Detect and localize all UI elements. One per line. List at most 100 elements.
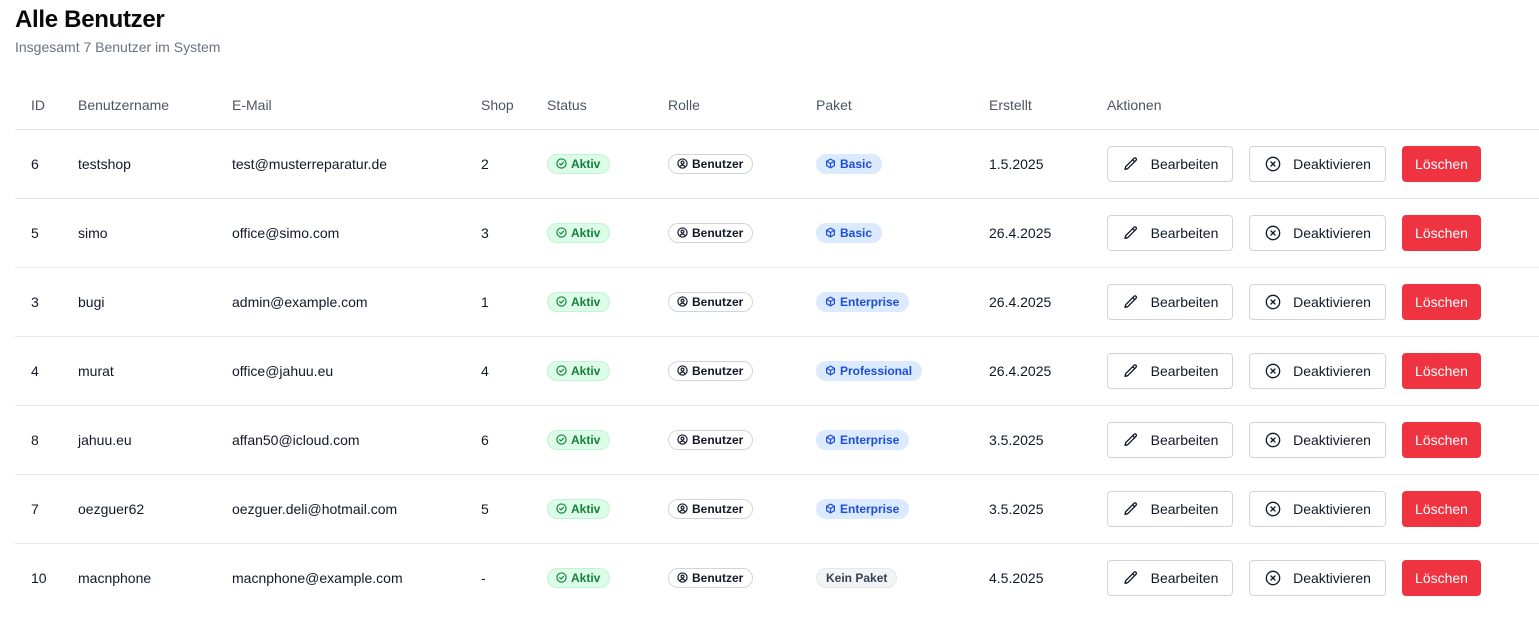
cell-actions: Bearbeiten Deaktivieren Löschen: [1107, 474, 1539, 544]
cell-shop: 1: [481, 267, 547, 337]
cell-email: office@simo.com: [232, 198, 481, 268]
table-row[interactable]: 5 simo office@simo.com 3 Aktiv Benutzer Basic 2…: [15, 198, 1539, 268]
table-row[interactable]: 4 murat office@jahuu.eu 4 Aktiv Benutzer Profe…: [15, 336, 1539, 406]
pencil-icon: [1123, 501, 1139, 517]
cell-status: Aktiv: [547, 474, 668, 544]
deactivate-button[interactable]: Deaktivieren: [1249, 490, 1386, 527]
role-label: Benutzer: [692, 156, 744, 171]
edit-button[interactable]: Bearbeiten: [1107, 421, 1233, 458]
cell-username: murat: [78, 336, 232, 406]
delete-button-label: Löschen: [1415, 500, 1468, 517]
column-header-username[interactable]: Benutzername: [78, 81, 232, 130]
role-badge: Benutzer: [668, 498, 754, 519]
cell-actions: Bearbeiten Deaktivieren Löschen: [1107, 405, 1539, 475]
column-header-id[interactable]: ID: [15, 81, 78, 130]
cell-id: 8: [15, 405, 78, 475]
delete-button[interactable]: Löschen: [1402, 490, 1481, 527]
check-circle-icon: [556, 434, 567, 445]
status-label: Aktiv: [571, 432, 601, 447]
status-badge: Aktiv: [547, 153, 611, 174]
deactivate-button-label: Deaktivieren: [1293, 500, 1371, 517]
cell-actions: Bearbeiten Deaktivieren Löschen: [1107, 129, 1539, 199]
cell-id: 10: [31, 569, 47, 586]
deactivate-button[interactable]: Deaktivieren: [1249, 352, 1386, 389]
edit-button[interactable]: Bearbeiten: [1107, 145, 1233, 182]
role-badge: Benutzer: [668, 153, 754, 174]
plan-label: Enterprise: [840, 294, 900, 309]
table-row[interactable]: 6 testshop test@musterreparatur.de 2 Aktiv Be…: [15, 129, 1539, 199]
role-label: Benutzer: [692, 432, 744, 447]
check-circle-icon: [556, 365, 567, 376]
check-circle-icon: [556, 503, 567, 514]
status-label: Aktiv: [571, 156, 601, 171]
package-icon: [825, 158, 836, 169]
cell-id: 6: [15, 129, 78, 199]
row-actions: Bearbeiten Deaktivieren Löschen: [1107, 145, 1539, 182]
cell-role: Benutzer: [668, 267, 816, 337]
delete-button[interactable]: Löschen: [1402, 559, 1481, 596]
row-actions: Bearbeiten Deaktivieren Löschen: [1107, 559, 1539, 596]
edit-button[interactable]: Bearbeiten: [1107, 490, 1233, 527]
table-row[interactable]: 10 macnphone macnphone@example.com - Aktiv Be…: [15, 543, 1539, 612]
pencil-icon: [1123, 156, 1139, 172]
cell-username: testshop: [78, 129, 232, 199]
plan-label: Enterprise: [840, 432, 900, 447]
user-circle-icon: [677, 227, 688, 238]
deactivate-button[interactable]: Deaktivieren: [1249, 214, 1386, 251]
user-circle-icon: [677, 296, 688, 307]
role-label: Benutzer: [692, 501, 744, 516]
column-header-role[interactable]: Rolle: [668, 81, 816, 130]
plan-badge: Basic: [816, 153, 883, 174]
cell-id: 3: [15, 267, 78, 337]
table-row[interactable]: 8 jahuu.eu affan50@icloud.com 6 Aktiv Benutze…: [15, 405, 1539, 475]
role-badge: Benutzer: [668, 567, 754, 588]
delete-button[interactable]: Löschen: [1402, 352, 1481, 389]
status-badge: Aktiv: [547, 360, 611, 381]
status-label: Aktiv: [571, 294, 601, 309]
x-circle-icon: [1265, 294, 1281, 310]
user-circle-icon: [677, 158, 688, 169]
edit-button[interactable]: Bearbeiten: [1107, 559, 1233, 596]
column-header-status[interactable]: Status: [547, 81, 668, 130]
delete-button[interactable]: Löschen: [1402, 214, 1481, 251]
table-row[interactable]: 7 oezguer62 oezguer.deli@hotmail.com 5 Aktiv…: [15, 474, 1539, 544]
cell-plan: Basic: [816, 198, 989, 268]
edit-button[interactable]: Bearbeiten: [1107, 283, 1233, 320]
edit-button[interactable]: Bearbeiten: [1107, 214, 1233, 251]
deactivate-button[interactable]: Deaktivieren: [1249, 283, 1386, 320]
plan-badge: Enterprise: [816, 291, 910, 312]
users-table: ID Benutzername E-Mail Shop Status Rolle…: [15, 81, 1539, 612]
column-header-email[interactable]: E-Mail: [232, 81, 481, 130]
delete-button[interactable]: Löschen: [1402, 145, 1481, 182]
edit-button-label: Bearbeiten: [1150, 431, 1219, 448]
column-header-shop[interactable]: Shop: [481, 81, 547, 130]
cell-role: Benutzer: [668, 474, 816, 544]
column-header-plan[interactable]: Paket: [816, 81, 989, 130]
cell-id: 4: [15, 336, 78, 406]
column-header-created[interactable]: Erstellt: [989, 81, 1107, 130]
x-circle-icon: [1265, 156, 1281, 172]
cell-plan: Enterprise: [816, 405, 989, 475]
deactivate-button[interactable]: Deaktivieren: [1249, 559, 1386, 596]
status-badge: Aktiv: [547, 222, 611, 243]
package-icon: [825, 296, 836, 307]
delete-button[interactable]: Löschen: [1402, 283, 1481, 320]
page-subtitle: Insgesamt 7 Benutzer im System: [15, 39, 221, 55]
deactivate-button[interactable]: Deaktivieren: [1249, 421, 1386, 458]
row-actions: Bearbeiten Deaktivieren Löschen: [1107, 421, 1539, 458]
delete-button-label: Löschen: [1415, 362, 1468, 379]
edit-button[interactable]: Bearbeiten: [1107, 352, 1233, 389]
cell-created: 3.5.2025: [989, 474, 1107, 544]
deactivate-button[interactable]: Deaktivieren: [1249, 145, 1386, 182]
cell-status: Aktiv: [547, 336, 668, 406]
cell-actions: Bearbeiten Deaktivieren Löschen: [1107, 267, 1539, 337]
cell-created: 26.4.2025: [989, 267, 1107, 337]
delete-button[interactable]: Löschen: [1402, 421, 1481, 458]
pencil-icon: [1123, 363, 1139, 379]
status-badge: Aktiv: [547, 567, 611, 588]
plan-label: Basic: [840, 225, 873, 240]
plan-label: Basic: [840, 156, 873, 171]
role-badge: Benutzer: [668, 360, 754, 381]
table-row[interactable]: 3 bugi admin@example.com 1 Aktiv Benutzer Ente…: [15, 267, 1539, 337]
cell-status: Aktiv: [547, 405, 668, 475]
